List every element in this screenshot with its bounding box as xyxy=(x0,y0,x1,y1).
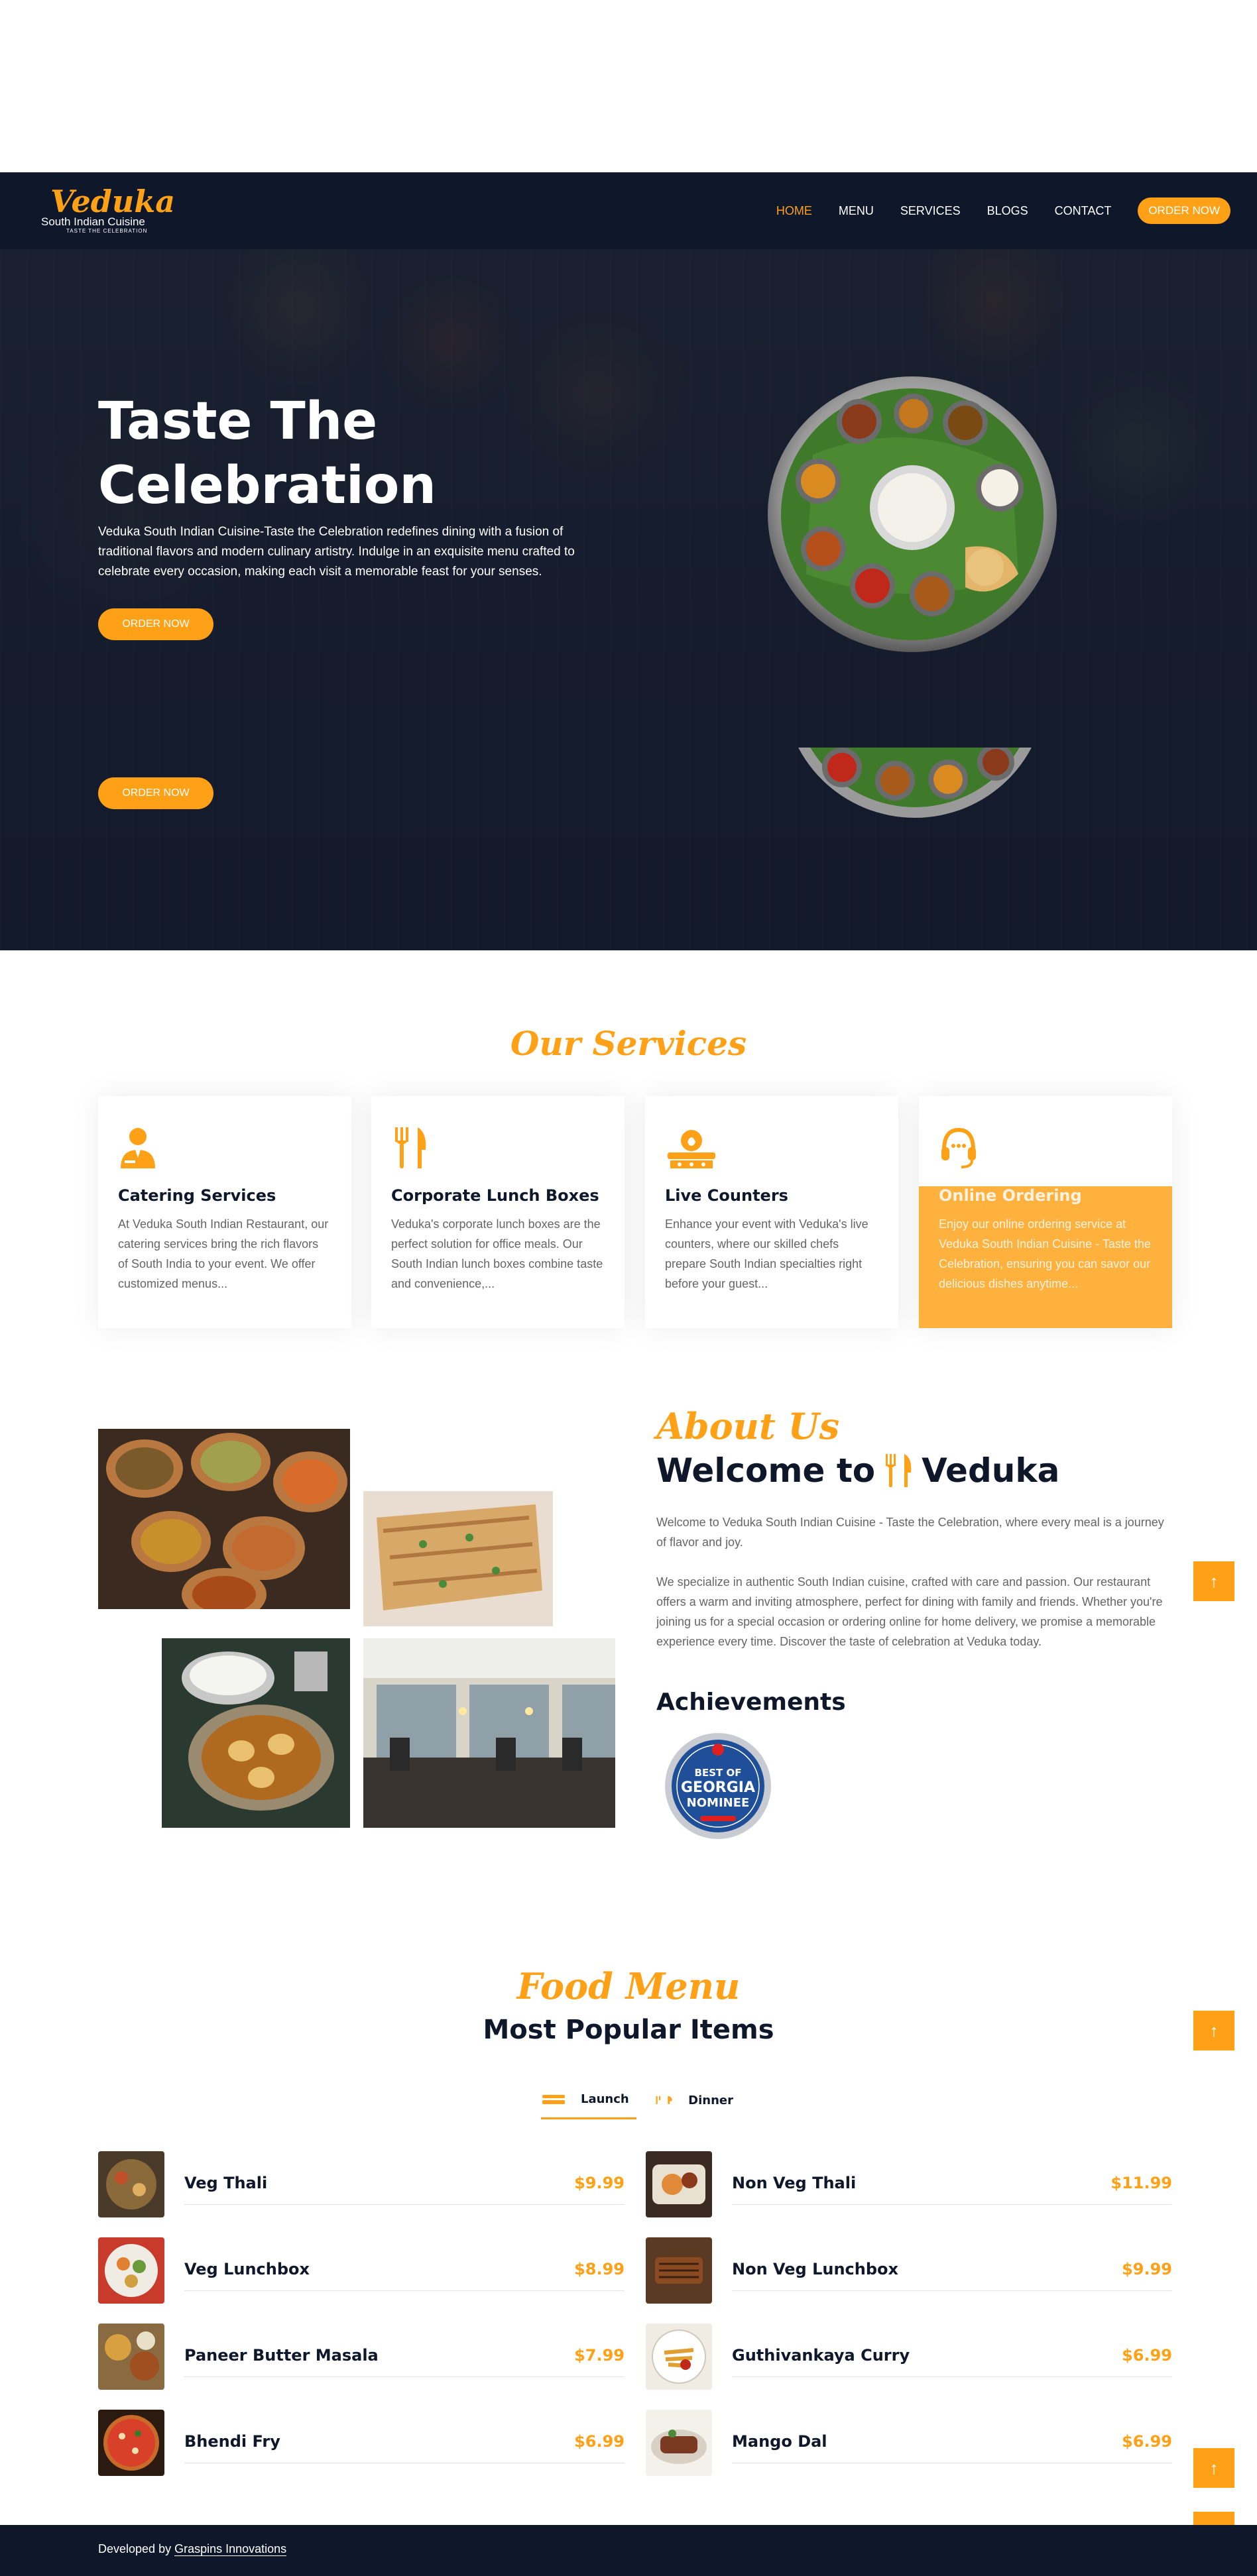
menu-item-name: Veg Lunchbox xyxy=(184,2260,310,2278)
service-title: Online Ordering xyxy=(939,1186,1082,1205)
menu-tabs: Launch Dinner xyxy=(541,2081,733,2119)
menu-item-price: $7.99 xyxy=(574,2346,625,2365)
menu-heading: Most Popular Items xyxy=(483,2015,774,2045)
menu-item-price: $6.99 xyxy=(1122,2346,1172,2365)
menu-item[interactable]: Mango Dal $6.99 xyxy=(646,2410,1172,2479)
menu-item[interactable]: Bhendi Fry $6.99 xyxy=(98,2410,625,2479)
arrow-up-icon: ↑ xyxy=(1209,1571,1219,1591)
tab-launch[interactable]: Launch xyxy=(541,2081,636,2119)
services-section-title: Our Services xyxy=(510,1024,747,1063)
menu-item[interactable]: Non Veg Thali $11.99 xyxy=(646,2151,1172,2220)
arrow-up-icon: ↑ xyxy=(1209,2458,1219,2478)
menu-item-image xyxy=(646,2410,712,2476)
menu-item-price: $6.99 xyxy=(1122,2432,1172,2451)
service-card-corporate-lunch[interactable]: Corporate Lunch Boxes Veduka's corporate… xyxy=(371,1096,625,1328)
utensils-icon xyxy=(656,2096,672,2104)
menu-item-price: $9.99 xyxy=(574,2174,625,2192)
about-image-dosa xyxy=(363,1491,553,1626)
hero-title: Taste The Celebration xyxy=(98,392,436,516)
service-title: Corporate Lunch Boxes xyxy=(391,1186,599,1205)
menu-item-name: Non Veg Lunchbox xyxy=(732,2260,899,2278)
footer-credit: Developed by Graspins Innovations xyxy=(98,2542,287,2556)
menu-item-price: $11.99 xyxy=(1110,2174,1172,2192)
menu-item-image xyxy=(646,2237,712,2304)
service-desc: Enhance your event with Veduka's live co… xyxy=(665,1217,868,1290)
nav-links: HOME MENU SERVICES BLOGS CONTACT ORDER N… xyxy=(750,172,1230,249)
navbar: Veduka South Indian Cuisine TASTE THE CE… xyxy=(0,172,1257,249)
nav-services[interactable]: SERVICES xyxy=(900,204,961,218)
tab-dinner[interactable]: Dinner xyxy=(655,2081,733,2119)
about-script-title: About Us xyxy=(656,1405,840,1447)
footer-developer-link[interactable]: Graspins Innovations xyxy=(174,2542,287,2556)
service-title: Catering Services xyxy=(118,1186,276,1205)
scroll-to-top-button[interactable] xyxy=(1193,2512,1234,2525)
menu-item-image xyxy=(98,2410,164,2476)
chef-icon xyxy=(121,1128,155,1168)
nav-menu[interactable]: MENU xyxy=(839,204,874,218)
menu-item-name: Guthivankaya Curry xyxy=(732,2346,910,2365)
about-paragraph-2: We specialize in authentic South Indian … xyxy=(656,1575,1163,1648)
about-paragraph-1: Welcome to Veduka South Indian Cuisine -… xyxy=(656,1516,1164,1549)
about-image-idli xyxy=(162,1638,350,1828)
menu-item-price: $6.99 xyxy=(574,2432,625,2451)
lunch-icon xyxy=(542,2094,565,2104)
service-card-catering[interactable]: Catering Services At Veduka South Indian… xyxy=(98,1096,351,1328)
menu-item[interactable]: Veg Lunchbox $8.99 xyxy=(98,2237,625,2306)
service-desc: At Veduka South Indian Restaurant, our c… xyxy=(118,1217,329,1290)
about-image-buffet xyxy=(98,1429,350,1609)
menu-item-image xyxy=(646,2324,712,2390)
hero-section: Taste The Celebration Veduka South India… xyxy=(0,249,1257,950)
achievements-title: Achievements xyxy=(656,1689,846,1716)
live-counter-icon xyxy=(668,1130,715,1168)
utensils-icon xyxy=(886,1454,912,1487)
menu-item-image xyxy=(646,2151,712,2217)
hero-order-now-button-2[interactable]: ORDER NOW xyxy=(98,777,213,809)
scroll-to-top-button[interactable]: ↑ xyxy=(1193,2448,1234,2488)
utensils-icon xyxy=(395,1127,426,1168)
menu-item-image xyxy=(98,2324,164,2390)
menu-item[interactable]: Guthivankaya Curry $6.99 xyxy=(646,2324,1172,2392)
service-card-online-ordering[interactable]: Online Ordering Enjoy our online orderin… xyxy=(919,1096,1172,1328)
menu-item-image xyxy=(98,2237,164,2304)
menu-item-name: Veg Thali xyxy=(184,2174,268,2192)
nav-home[interactable]: HOME xyxy=(776,204,812,218)
thali-plate-image-2 xyxy=(798,748,1032,818)
scroll-to-top-button[interactable]: ↑ xyxy=(1193,1561,1234,1601)
hero-text: Veduka South Indian Cuisine-Taste the Ce… xyxy=(98,525,575,579)
brand-subtitle: South Indian Cuisine xyxy=(41,215,145,228)
thali-plate-image xyxy=(768,376,1057,652)
service-desc: Enjoy our online ordering service at Ved… xyxy=(939,1217,1151,1290)
badge-line1: BEST OF xyxy=(695,1767,742,1779)
nav-contact[interactable]: CONTACT xyxy=(1055,204,1112,218)
menu-item[interactable]: Non Veg Lunchbox $9.99 xyxy=(646,2237,1172,2306)
service-title: Live Counters xyxy=(665,1186,788,1205)
menu-item-name: Mango Dal xyxy=(732,2432,827,2451)
hero-order-now-button[interactable]: ORDER NOW xyxy=(98,608,213,640)
about-heading: Welcome to Veduka xyxy=(656,1451,1060,1490)
brand-name: Veduka xyxy=(50,184,176,219)
menu-item-price: $9.99 xyxy=(1122,2260,1172,2278)
menu-item-name: Paneer Butter Masala xyxy=(184,2346,379,2365)
badge-line3: NOMINEE xyxy=(687,1796,750,1810)
service-desc: Veduka's corporate lunch boxes are the p… xyxy=(391,1217,603,1290)
menu-item[interactable]: Paneer Butter Masala $7.99 xyxy=(98,2324,625,2392)
menu-item-name: Bhendi Fry xyxy=(184,2432,280,2451)
best-of-georgia-badge: BEST OF GEORGIA NOMINEE xyxy=(665,1733,771,1839)
about-image-restaurant xyxy=(363,1638,615,1828)
brand-logo[interactable]: Veduka South Indian Cuisine TASTE THE CE… xyxy=(41,184,176,235)
menu-script-title: Food Menu xyxy=(516,1965,741,2007)
menu-item-image xyxy=(98,2151,164,2217)
brand-tagline: TASTE THE CELEBRATION xyxy=(66,228,148,234)
nav-order-now-button[interactable]: ORDER NOW xyxy=(1138,197,1230,224)
badge-line2: GEORGIA xyxy=(681,1779,755,1796)
menu-item-name: Non Veg Thali xyxy=(732,2174,857,2192)
nav-blogs[interactable]: BLOGS xyxy=(987,204,1028,218)
menu-item[interactable]: Veg Thali $9.99 xyxy=(98,2151,625,2220)
service-card-live-counters[interactable]: Live Counters Enhance your event with Ve… xyxy=(645,1096,898,1328)
menu-item-price: $8.99 xyxy=(574,2260,625,2278)
footer: Developed by Graspins Innovations xyxy=(0,2525,1257,2576)
headset-icon xyxy=(941,1127,976,1168)
